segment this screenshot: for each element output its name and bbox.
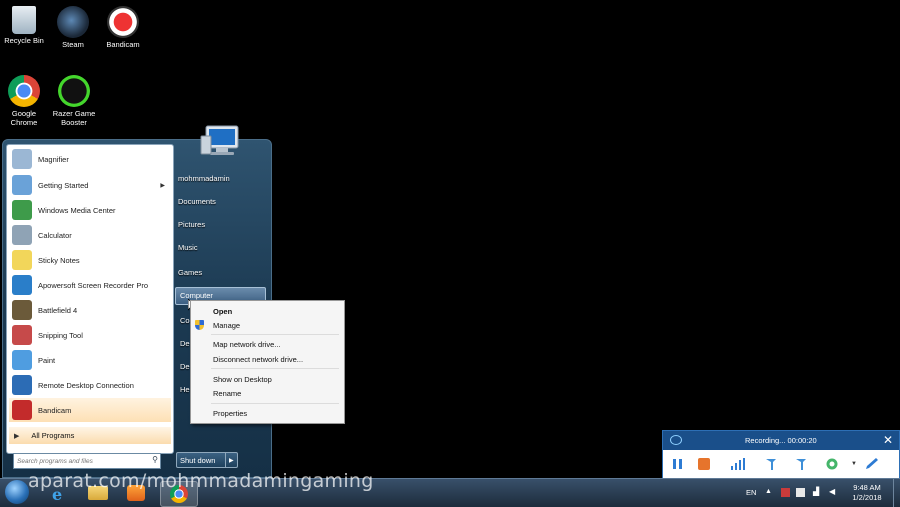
getting-started-icon <box>12 175 32 195</box>
context-menu-properties[interactable]: Properties <box>213 409 247 418</box>
snipping-tool-icon <box>12 325 32 345</box>
context-menu-manage[interactable]: Manage <box>213 321 240 330</box>
program-label: Getting Started <box>38 180 89 190</box>
menu-documents[interactable]: Documents <box>178 197 216 206</box>
menu-pictures[interactable]: Pictures <box>178 220 205 229</box>
shield-icon <box>195 320 204 330</box>
program-label: Magnifier <box>38 154 69 164</box>
apowersoft-icon <box>12 275 32 295</box>
submenu-arrow-icon: ▶ <box>160 182 165 189</box>
menu-item-partial[interactable]: De <box>180 362 190 371</box>
watermark: aparat.com/mohmmadamingaming <box>28 470 374 492</box>
program-item[interactable]: Calculator <box>9 223 171 247</box>
bandicam-icon <box>12 400 32 420</box>
context-menu-disconnect-drive[interactable]: Disconnect network drive... <box>213 355 303 364</box>
program-label: Paint <box>38 355 56 365</box>
pause-icon[interactable] <box>671 457 685 471</box>
start-orb-icon[interactable] <box>5 480 29 504</box>
media-center-icon <box>12 200 32 220</box>
recorder-camera-icon <box>670 435 682 445</box>
calculator-icon <box>12 225 32 245</box>
tray-icon[interactable] <box>796 488 805 497</box>
volume-icon[interactable]: ◀ <box>829 487 835 496</box>
program-label: Windows Media Center <box>38 205 116 215</box>
menu-separator <box>211 368 339 369</box>
search-input[interactable] <box>14 454 146 468</box>
steam-icon <box>57 6 89 38</box>
clock-date: 1/2/2018 <box>852 493 882 502</box>
webcam-icon[interactable] <box>825 457 839 471</box>
show-desktop-button[interactable] <box>893 479 900 507</box>
desktop-icon-recycle-bin[interactable]: Recycle Bin <box>0 6 51 45</box>
menu-music[interactable]: Music <box>178 243 198 252</box>
network-icon[interactable]: ▟ <box>813 487 819 496</box>
clock[interactable]: 9:48 AM 1/2/2018 <box>844 483 890 503</box>
pen-icon[interactable] <box>864 457 878 471</box>
desktop-icon-razer[interactable]: Razer Game Booster <box>47 75 101 127</box>
user-name[interactable]: mohmmadamin <box>178 174 230 183</box>
razer-icon <box>58 75 90 107</box>
shutdown-options-arrow-icon[interactable]: ▶ <box>225 453 234 467</box>
show-hidden-icons-icon[interactable]: ▲ <box>765 488 772 495</box>
shutdown-button[interactable]: Shut down ▶ <box>176 452 238 468</box>
program-item[interactable]: Apowersoft Screen Recorder Pro <box>9 273 171 297</box>
program-item[interactable]: Magnifier <box>9 147 171 171</box>
menu-separator <box>211 334 339 335</box>
program-item[interactable]: Remote Desktop Connection <box>9 373 171 397</box>
magnifier-icon <box>12 149 32 169</box>
clock-time: 9:48 AM <box>853 483 881 492</box>
recorder-widget: Recording... 00:00:20 ✕ ▼ <box>662 430 900 480</box>
menu-item-partial[interactable]: De <box>180 339 190 348</box>
language-indicator[interactable]: EN <box>746 488 756 497</box>
program-item[interactable]: Getting Started ▶ <box>9 173 171 197</box>
program-label: Apowersoft Screen Recorder Pro <box>38 280 149 290</box>
program-item[interactable]: Paint <box>9 348 171 372</box>
chrome-icon <box>8 75 40 107</box>
context-menu-open[interactable]: Open <box>213 307 232 316</box>
context-menu-show-desktop[interactable]: Show on Desktop <box>213 375 272 384</box>
battlefield-icon <box>12 300 32 320</box>
audio-level-icon[interactable] <box>730 457 745 471</box>
start-menu-programs-pane: Magnifier Getting Started ▶ Windows Media C… <box>6 144 174 454</box>
program-item[interactable]: Windows Media Center <box>9 198 171 222</box>
arrow-right-icon: ▶ <box>14 432 20 440</box>
program-label: Remote Desktop Connection <box>38 380 134 390</box>
desktop-icon-bandicam[interactable]: Bandicam <box>96 6 150 49</box>
menu-item-partial[interactable]: He <box>180 385 190 394</box>
program-item[interactable]: Bandicam <box>9 398 171 422</box>
annotate-tool-icon[interactable] <box>794 457 808 471</box>
chevron-down-icon[interactable]: ▼ <box>851 461 857 467</box>
tray-icon[interactable] <box>781 488 790 497</box>
computer-monitor-icon <box>200 125 239 155</box>
program-item[interactable]: Snipping Tool <box>9 323 171 347</box>
program-label: Snipping Tool <box>38 330 83 340</box>
sticky-notes-icon <box>12 250 32 270</box>
program-label: Bandicam <box>38 405 72 415</box>
context-menu: Open Manage Map network drive... Disconn… <box>190 300 345 424</box>
all-programs-button[interactable]: ▶ All Programs <box>9 427 171 444</box>
program-label: Battlefield 4 <box>38 305 78 315</box>
remote-desktop-icon <box>12 375 32 395</box>
desktop-icon-steam[interactable]: Steam <box>46 6 100 49</box>
stop-icon[interactable] <box>697 457 711 471</box>
menu-item-partial[interactable]: Co <box>180 316 190 325</box>
menu-games[interactable]: Games <box>178 268 202 277</box>
program-label: Calculator <box>38 230 72 240</box>
close-icon[interactable]: ✕ <box>883 433 893 447</box>
desktop-icon-chrome[interactable]: Google Chrome <box>0 75 51 127</box>
program-item[interactable]: Battlefield 4 <box>9 298 171 322</box>
program-item[interactable]: Sticky Notes <box>9 248 171 272</box>
search-icon[interactable]: ⚲ <box>152 455 158 464</box>
recorder-header: Recording... 00:00:20 ✕ <box>663 431 899 450</box>
context-menu-map-drive[interactable]: Map network drive... <box>213 340 281 349</box>
recording-status: Recording... 00:00:20 <box>745 436 817 445</box>
search-box[interactable]: ⚲ <box>13 453 161 469</box>
recycle-bin-icon <box>12 6 36 34</box>
program-label: Sticky Notes <box>38 255 80 265</box>
annotate-tool-icon[interactable] <box>764 457 778 471</box>
paint-icon <box>12 350 32 370</box>
context-menu-rename[interactable]: Rename <box>213 389 241 398</box>
bandicam-icon <box>107 6 139 38</box>
menu-separator <box>211 403 339 404</box>
